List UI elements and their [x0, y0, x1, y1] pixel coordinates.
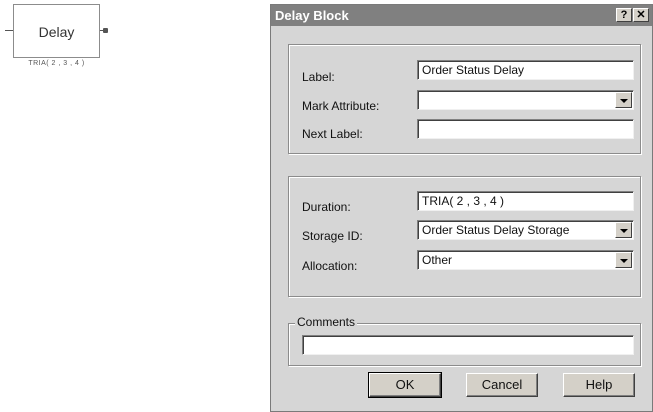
delay-block[interactable]: Delay: [13, 4, 100, 58]
next-label-field[interactable]: [417, 119, 634, 139]
close-icon[interactable]: ✕: [633, 8, 649, 22]
mark-attribute-caption: Mark Attribute:: [302, 99, 380, 113]
chevron-down-icon[interactable]: [615, 252, 632, 268]
duration-field[interactable]: TRIA( 2 , 3 , 4 ): [417, 191, 634, 211]
help-button[interactable]: Help: [563, 373, 635, 397]
chevron-down-icon[interactable]: [615, 92, 632, 108]
block-output-port: [103, 28, 108, 33]
dialog-titlebar[interactable]: Delay Block ? ✕: [271, 5, 652, 26]
block-input-connector: [5, 30, 13, 31]
dialog-title: Delay Block: [275, 8, 349, 23]
ok-button[interactable]: OK: [368, 372, 442, 398]
delay-block-dialog: Delay Block ? ✕ Label: Order Status Dela…: [270, 4, 653, 412]
storage-id-caption: Storage ID:: [302, 229, 363, 243]
storage-id-value: Order Status Delay Storage: [422, 223, 570, 237]
help-icon[interactable]: ?: [616, 8, 632, 22]
comments-field[interactable]: [302, 335, 634, 355]
chevron-down-icon[interactable]: [615, 222, 632, 238]
duration-caption: Duration:: [302, 200, 351, 214]
label-caption: Label:: [302, 70, 335, 84]
mark-attribute-select[interactable]: [417, 90, 634, 110]
storage-id-select[interactable]: Order Status Delay Storage: [417, 220, 634, 240]
allocation-select[interactable]: Other: [417, 250, 634, 270]
allocation-value: Other: [422, 253, 453, 267]
comments-caption: Comments: [295, 315, 358, 329]
delay-block-duration-label: TRIA( 2 , 3 , 4 ): [28, 60, 85, 67]
cancel-button[interactable]: Cancel: [466, 373, 538, 397]
delay-block-label: Delay: [38, 24, 75, 40]
next-label-caption: Next Label:: [302, 127, 363, 141]
label-field[interactable]: Order Status Delay: [417, 60, 634, 80]
allocation-caption: Allocation:: [302, 259, 358, 273]
